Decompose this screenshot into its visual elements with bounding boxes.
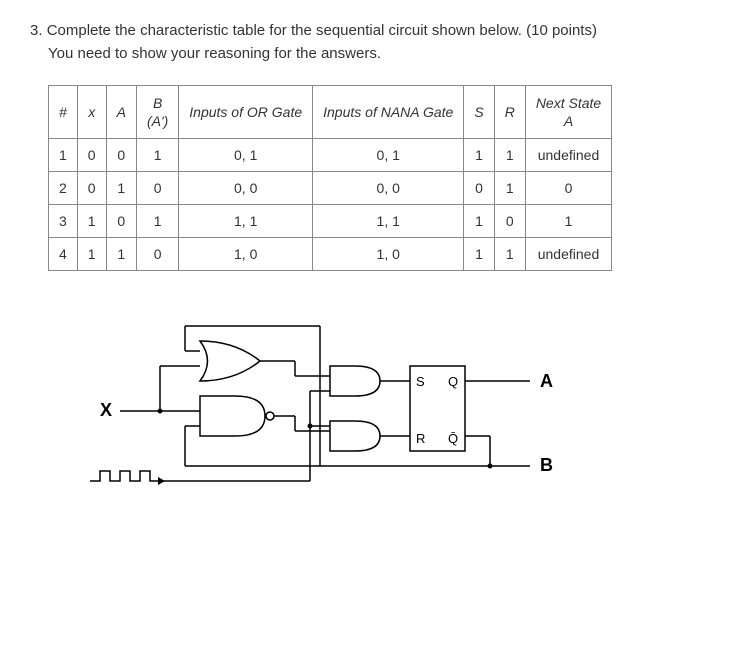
cell-x: 0 xyxy=(77,172,106,205)
cell-nand: 1, 0 xyxy=(313,238,464,271)
characteristic-table: # x A B (A') Inputs of OR Gate Inputs of… xyxy=(48,85,612,271)
cell-R: 1 xyxy=(494,172,525,205)
cell-R: 1 xyxy=(494,238,525,271)
cell-A: 0 xyxy=(106,205,136,238)
cell-nand: 0, 0 xyxy=(313,172,464,205)
cell-or: 1, 1 xyxy=(179,205,313,238)
header-next-state: Next State A xyxy=(525,86,611,139)
label-q: Q xyxy=(448,374,458,389)
header-x: x xyxy=(77,86,106,139)
table-row: 4 1 1 0 1, 0 1, 0 1 1 undefined xyxy=(49,238,612,271)
cell-S: 1 xyxy=(464,238,494,271)
question-instruction: You need to show your reasoning for the … xyxy=(48,43,712,66)
cell-R: 0 xyxy=(494,205,525,238)
cell-num: 2 xyxy=(49,172,78,205)
cell-R: 1 xyxy=(494,139,525,172)
circuit-svg: X xyxy=(70,321,570,501)
cell-x: 0 xyxy=(77,139,106,172)
header-B: B (A') xyxy=(136,86,178,139)
header-R: R xyxy=(494,86,525,139)
cell-B: 1 xyxy=(136,205,178,238)
cell-next: 1 xyxy=(525,205,611,238)
table-row: 1 0 0 1 0, 1 0, 1 1 1 undefined xyxy=(49,139,612,172)
header-num: # xyxy=(49,86,78,139)
cell-nand: 1, 1 xyxy=(313,205,464,238)
question-prompt: 3. Complete the characteristic table for… xyxy=(30,20,712,65)
cell-B: 0 xyxy=(136,238,178,271)
cell-nand: 0, 1 xyxy=(313,139,464,172)
cell-num: 1 xyxy=(49,139,78,172)
header-S: S xyxy=(464,86,494,139)
cell-B: 1 xyxy=(136,139,178,172)
cell-S: 1 xyxy=(464,139,494,172)
cell-A: 0 xyxy=(106,139,136,172)
label-x: X xyxy=(100,400,112,420)
cell-next: undefined xyxy=(525,139,611,172)
label-output-a: A xyxy=(540,371,553,391)
header-nand-gate: Inputs of NANA Gate xyxy=(313,86,464,139)
cell-num: 3 xyxy=(49,205,78,238)
question-body: Complete the characteristic table for th… xyxy=(47,22,597,39)
table-header-row: # x A B (A') Inputs of OR Gate Inputs of… xyxy=(49,86,612,139)
cell-x: 1 xyxy=(77,238,106,271)
cell-B: 0 xyxy=(136,172,178,205)
label-qbar: Q̄ xyxy=(448,431,458,446)
cell-or: 0, 0 xyxy=(179,172,313,205)
label-output-b: B xyxy=(540,455,553,475)
table-row: 2 0 1 0 0, 0 0, 0 0 1 0 xyxy=(49,172,612,205)
header-A: A xyxy=(106,86,136,139)
question-number: 3. xyxy=(30,22,43,39)
cell-or: 1, 0 xyxy=(179,238,313,271)
cell-next: undefined xyxy=(525,238,611,271)
cell-or: 0, 1 xyxy=(179,139,313,172)
header-or-gate: Inputs of OR Gate xyxy=(179,86,313,139)
cell-S: 0 xyxy=(464,172,494,205)
cell-x: 1 xyxy=(77,205,106,238)
circuit-diagram: X xyxy=(70,321,712,506)
cell-S: 1 xyxy=(464,205,494,238)
cell-num: 4 xyxy=(49,238,78,271)
cell-next: 0 xyxy=(525,172,611,205)
label-r: R xyxy=(416,431,425,446)
table-row: 3 1 0 1 1, 1 1, 1 1 0 1 xyxy=(49,205,612,238)
cell-A: 1 xyxy=(106,238,136,271)
label-s: S xyxy=(416,374,425,389)
cell-A: 1 xyxy=(106,172,136,205)
